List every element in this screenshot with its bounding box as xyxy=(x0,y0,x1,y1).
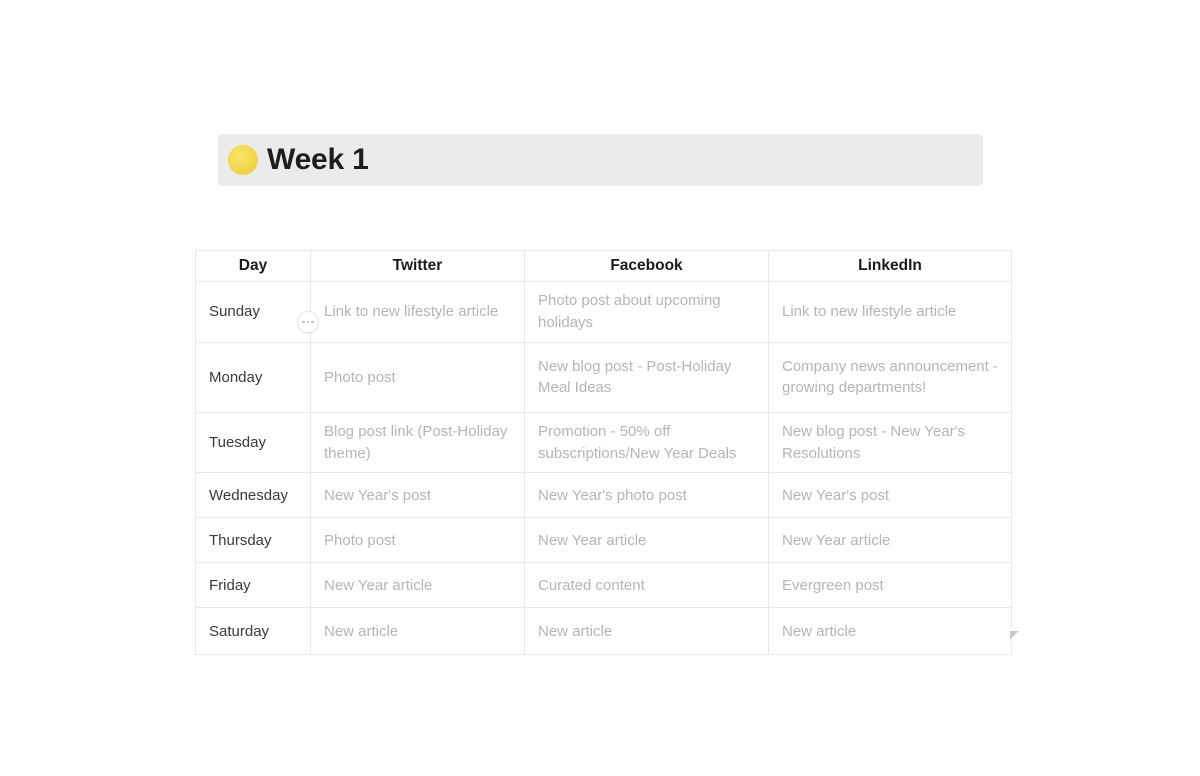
content-calendar-table: Day Twitter Facebook LinkedIn Sunday Lin… xyxy=(195,249,1012,656)
resize-corner-handle-icon[interactable] xyxy=(1006,627,1022,643)
resize-glyph xyxy=(1009,630,1019,640)
cell-day-tuesday[interactable]: Tuesday xyxy=(195,411,311,474)
cell-day-wednesday[interactable]: Wednesday xyxy=(195,472,311,519)
cell-twitter-saturday[interactable]: New article xyxy=(310,607,525,656)
column-header-day[interactable]: Day xyxy=(195,249,311,283)
dot xyxy=(311,320,314,324)
table-row: Wednesday New Year's post New Year's pho… xyxy=(195,472,1012,519)
cell-facebook-wednesday[interactable]: New Year's photo post xyxy=(524,472,769,519)
cell-linkedin-monday[interactable]: Company news announcement - growing depa… xyxy=(768,341,1012,413)
table-row: Sunday Link to new lifestyle article Pho… xyxy=(195,281,1012,343)
cell-twitter-wednesday[interactable]: New Year's post xyxy=(310,472,525,519)
page-title: Week 1 xyxy=(267,143,369,176)
column-header-linkedin[interactable]: LinkedIn xyxy=(768,249,1012,283)
column-header-twitter[interactable]: Twitter xyxy=(310,249,525,283)
table-row: Thursday Photo post New Year article New… xyxy=(195,517,1012,564)
table-header: Day Twitter Facebook LinkedIn xyxy=(195,249,1012,283)
cell-twitter-sunday[interactable]: Link to new lifestyle article xyxy=(310,281,525,343)
table-body: Sunday Link to new lifestyle article Pho… xyxy=(195,281,1012,656)
cell-linkedin-saturday[interactable]: New article xyxy=(768,607,1012,656)
cell-day-monday[interactable]: Monday xyxy=(195,341,311,413)
table-row: Friday New Year article Curated content … xyxy=(195,562,1012,609)
cell-linkedin-tuesday[interactable]: New blog post - New Year's Resolutions xyxy=(768,411,1012,474)
cell-twitter-friday[interactable]: New Year article xyxy=(310,562,525,609)
cell-facebook-saturday[interactable]: New article xyxy=(524,607,769,656)
cell-linkedin-friday[interactable]: Evergreen post xyxy=(768,562,1012,609)
cell-facebook-friday[interactable]: Curated content xyxy=(524,562,769,609)
content-calendar-table-wrapper: Day Twitter Facebook LinkedIn Sunday Lin… xyxy=(195,249,1012,656)
table-row: Monday Photo post New blog post - Post-H… xyxy=(195,341,1012,413)
cell-twitter-thursday[interactable]: Photo post xyxy=(310,517,525,564)
cell-day-sunday[interactable]: Sunday xyxy=(195,281,311,343)
cell-day-friday[interactable]: Friday xyxy=(195,562,311,609)
cell-day-thursday[interactable]: Thursday xyxy=(195,517,311,564)
dot xyxy=(302,320,305,324)
cell-facebook-tuesday[interactable]: Promotion - 50% off subscriptions/New Ye… xyxy=(524,411,769,474)
week-callout-block[interactable]: Week 1 xyxy=(218,134,983,186)
column-header-facebook[interactable]: Facebook xyxy=(524,249,769,283)
cell-linkedin-sunday[interactable]: Link to new lifestyle article xyxy=(768,281,1012,343)
yellow-circle-icon xyxy=(228,145,258,175)
cell-facebook-thursday[interactable]: New Year article xyxy=(524,517,769,564)
cell-day-saturday[interactable]: Saturday xyxy=(195,607,311,656)
cell-facebook-monday[interactable]: New blog post - Post-Holiday Meal Ideas xyxy=(524,341,769,413)
dot xyxy=(306,320,310,324)
cell-facebook-sunday[interactable]: Photo post about upcoming holidays xyxy=(524,281,769,343)
table-header-row: Day Twitter Facebook LinkedIn xyxy=(195,249,1012,283)
cell-twitter-tuesday[interactable]: Blog post link (Post-Holiday theme) xyxy=(310,411,525,474)
cell-linkedin-wednesday[interactable]: New Year's post xyxy=(768,472,1012,519)
page-canvas: Week 1 Day Twitter Facebook LinkedIn Sun… xyxy=(0,0,1200,776)
cell-twitter-monday[interactable]: Photo post xyxy=(310,341,525,413)
table-row: Saturday New article New article New art… xyxy=(195,607,1012,656)
cell-linkedin-thursday[interactable]: New Year article xyxy=(768,517,1012,564)
table-row: Tuesday Blog post link (Post-Holiday the… xyxy=(195,411,1012,474)
ellipsis-handle-icon[interactable] xyxy=(297,311,319,333)
